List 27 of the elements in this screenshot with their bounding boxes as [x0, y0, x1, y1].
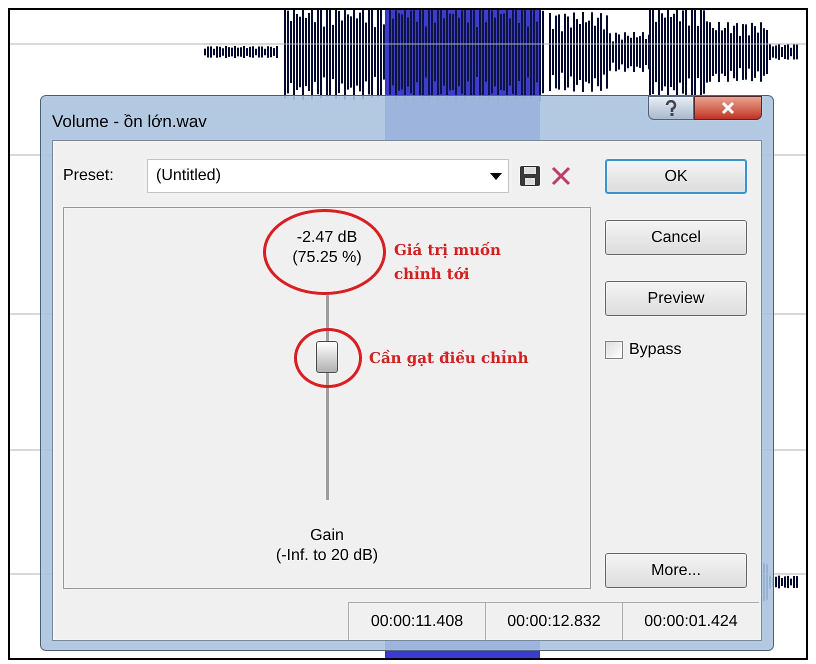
status-cell: 00:00:11.408 [348, 602, 485, 640]
bypass-label: Bypass [629, 340, 682, 360]
slider-thumb[interactable] [316, 340, 338, 372]
gain-percent: (75.25 %) [292, 248, 362, 268]
save-icon[interactable] [519, 165, 541, 187]
delete-icon[interactable] [551, 166, 571, 186]
status-cell: 00:00:01.424 [622, 602, 759, 640]
preset-dropdown[interactable]: (Untitled) [147, 159, 509, 193]
close-button[interactable] [694, 96, 762, 120]
close-icon [721, 102, 735, 114]
dialog-button[interactable]: Preview [605, 281, 747, 316]
annotation-ellipse [294, 328, 362, 388]
window-title: Volume - ồn lớn.wav [52, 111, 207, 133]
caret-icon [490, 172, 502, 180]
dialog-button[interactable]: Cancel [605, 220, 747, 255]
dialog-button[interactable]: OK [605, 159, 747, 194]
gain-reading: -2.47 dB [296, 228, 358, 248]
more-button[interactable]: More... [605, 553, 747, 588]
help-icon [665, 100, 677, 116]
bypass-checkbox[interactable] [605, 341, 623, 359]
annotation-text: Giá trị muốn chỉnh tới [394, 240, 502, 285]
annotation-text: Cần gạt điều chỉnh [369, 348, 529, 368]
preset-label: Preset: [63, 166, 115, 186]
help-button[interactable] [648, 96, 694, 120]
status-cell: 00:00:12.832 [485, 602, 622, 640]
gain-label: Gain [310, 526, 344, 546]
gain-range: (-Inf. to 20 dB) [276, 546, 378, 566]
